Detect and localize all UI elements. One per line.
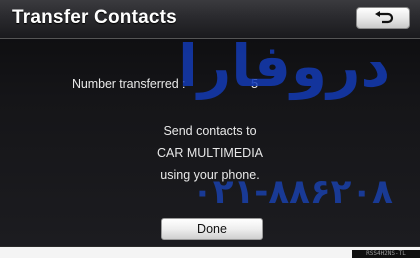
message-line: CAR MULTIMEDIA	[156, 146, 264, 160]
watermark-logo-text: دروفارا	[178, 32, 391, 100]
return-arrow-icon	[375, 11, 394, 24]
message-line: using your phone.	[160, 168, 260, 182]
phone-transfer-screen: Transfer Contacts Number transferred : 5…	[0, 0, 420, 247]
image-reference-badge: RSS4H2NS-TL	[352, 250, 420, 258]
instruction-message: Send contacts to CAR MULTIMEDIA using yo…	[110, 120, 310, 186]
back-button[interactable]	[356, 7, 410, 29]
page-title: Transfer Contacts	[12, 7, 177, 28]
transferred-label: Number transferred :	[72, 77, 186, 91]
done-button[interactable]: Done	[161, 218, 263, 240]
message-line: Send contacts to	[163, 124, 257, 138]
transferred-count: 5	[251, 76, 259, 91]
header-bar: Transfer Contacts	[0, 0, 420, 39]
